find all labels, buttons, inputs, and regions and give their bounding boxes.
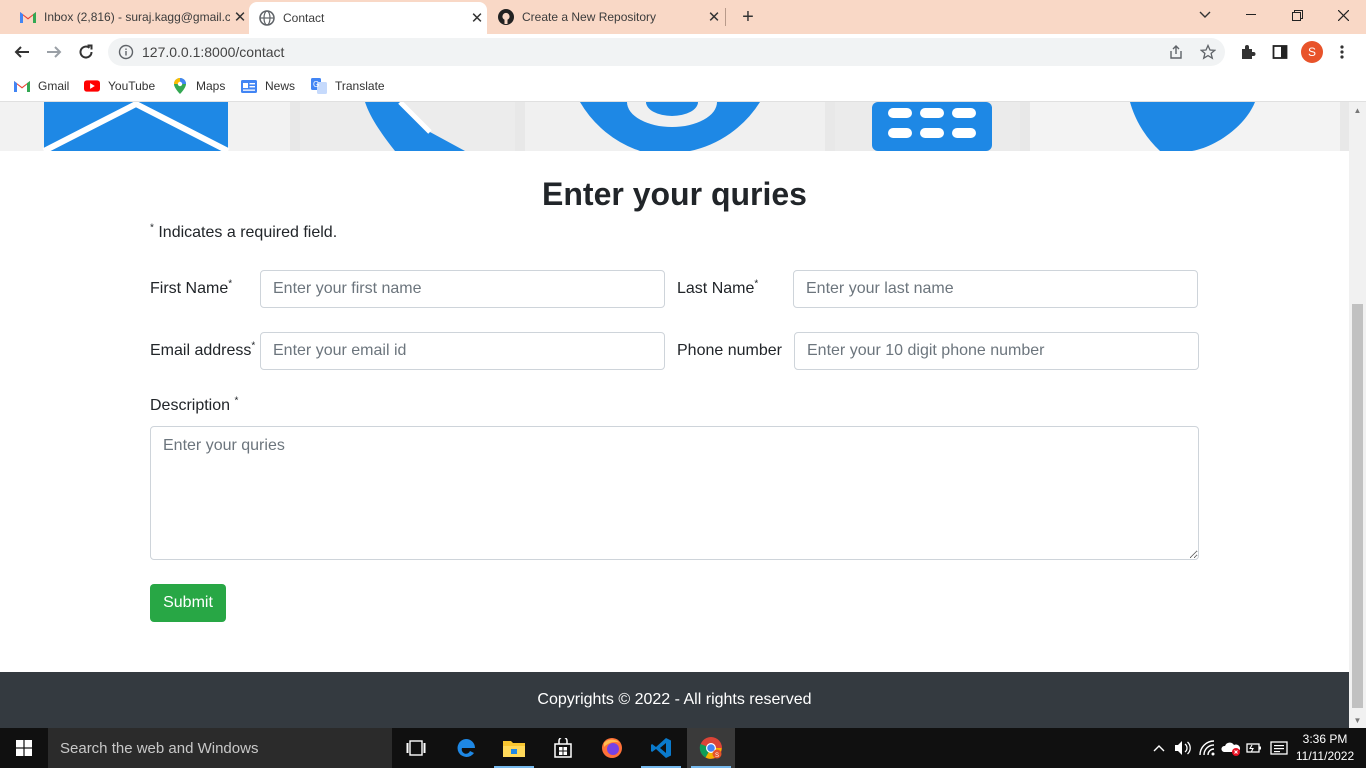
tab-title: Inbox (2,816) - suraj.kagg@gmail.com [44,10,230,24]
tab-strip: Inbox (2,816) - suraj.kagg@gmail.com ✕ C… [0,0,1366,34]
scrollbar-thumb[interactable] [1352,304,1363,708]
gmail-icon [20,9,36,25]
taskbar-search-placeholder: Search the web and Windows [60,739,259,757]
tab-title: Create a New Repository [522,10,657,24]
url-text: 127.0.0.1:8000/contact [142,44,285,60]
news-icon [241,78,257,94]
restore-button[interactable] [1274,0,1320,30]
address-bar[interactable]: 127.0.0.1:8000/contact [108,38,1225,66]
bookmarks-bar: Gmail YouTube Maps News G Translate [0,70,1366,102]
first-name-label: First Name* [150,278,233,297]
close-icon[interactable]: ✕ [704,7,724,27]
required-asterisk: * [150,222,154,234]
back-button[interactable] [8,38,36,66]
tab-title: Contact [283,11,325,25]
windows-start-button[interactable] [0,728,48,768]
svg-text:S: S [715,753,719,759]
first-name-input[interactable] [260,270,665,308]
phone-label: Phone number [677,342,782,359]
tab-search-chevron-icon[interactable] [1182,0,1228,30]
notifications-icon[interactable] [1268,728,1290,768]
side-panel-icon[interactable] [1268,40,1292,64]
close-icon[interactable]: ✕ [230,7,250,27]
last-name-label: Last Name* [677,278,759,297]
bookmark-maps[interactable]: Maps [172,76,225,96]
last-name-input[interactable] [793,270,1198,308]
required-note: * Indicates a required field. [150,222,338,242]
tab-contact[interactable]: Contact ✕ [249,2,487,34]
minimize-button[interactable] [1228,0,1274,30]
extensions-icon[interactable] [1236,40,1260,64]
power-plug-icon[interactable] [1244,728,1266,768]
firefox-icon[interactable] [588,728,636,768]
bookmark-youtube[interactable]: YouTube [84,76,155,96]
wifi-icon[interactable] [1197,728,1219,768]
share-icon[interactable] [1164,40,1188,64]
bookmark-label: News [265,79,296,93]
volume-icon[interactable] [1172,728,1194,768]
tab-gmail[interactable]: Inbox (2,816) - suraj.kagg@gmail.com ✕ [14,0,250,34]
contact-hero-banner [0,102,1349,151]
clock-date: 11/11/2022 [1295,749,1355,763]
youtube-icon [84,78,100,94]
page-footer: Copyrights © 2022 - All rights reserved [0,672,1349,728]
taskbar-clock[interactable]: 3:36 PM 11/11/2022 [1290,731,1360,765]
info-icon[interactable] [118,44,134,60]
chrome-icon[interactable]: S [687,728,735,768]
email-input[interactable] [260,332,665,370]
maps-pin-icon [172,78,188,94]
phone-input[interactable] [794,332,1199,370]
taskbar-search-box[interactable]: Search the web and Windows [48,728,392,768]
scroll-down-icon[interactable]: ▼ [1352,714,1363,726]
footer-copyright: Copyrights © 2022 - All rights reserved [537,691,812,708]
page-title: Enter your quries [542,176,807,212]
submit-button[interactable]: Submit [150,584,226,622]
page-viewport: Enter your quries * Indicates a required… [0,102,1349,728]
bookmark-label: YouTube [108,79,156,93]
close-window-button[interactable] [1320,0,1366,30]
close-icon[interactable]: ✕ [467,8,487,28]
description-textarea[interactable] [150,426,1199,560]
bookmark-label: Translate [335,79,385,93]
more-menu-icon[interactable] [1330,40,1354,64]
file-explorer-icon[interactable] [490,728,538,768]
bookmark-translate[interactable]: G Translate [311,76,385,96]
bookmark-news[interactable]: News [241,76,295,96]
star-icon[interactable] [1196,40,1220,64]
store-icon[interactable] [539,728,587,768]
show-hidden-icons-chevron-icon[interactable] [1150,728,1168,768]
tab-github[interactable]: Create a New Repository ✕ [488,0,724,34]
task-view-icon[interactable] [392,728,440,768]
required-note-text: Indicates a required field. [158,224,338,241]
gmail-icon [14,78,30,94]
vscode-icon[interactable] [637,728,685,768]
email-label: Email address* [150,340,256,359]
new-tab-button[interactable]: + [736,5,760,29]
bookmark-gmail[interactable]: Gmail [14,76,69,96]
profile-avatar[interactable]: S [1301,41,1323,63]
bookmark-label: Gmail [38,79,70,93]
edge-icon[interactable] [442,728,490,768]
github-icon [498,9,514,25]
translate-icon: G [311,78,327,94]
bookmark-label: Maps [196,79,226,93]
browser-toolbar: 127.0.0.1:8000/contact [0,34,1366,70]
globe-icon [259,10,275,26]
svg-text:G: G [313,80,319,89]
forward-button[interactable] [40,38,68,66]
onedrive-error-icon[interactable] [1220,728,1242,768]
clock-time: 3:36 PM [1302,732,1348,746]
keypad-icon [872,102,992,151]
envelope-icon [42,102,230,151]
scroll-up-icon[interactable]: ▲ [1352,104,1363,116]
windows-taskbar: Search the web and Windows S 3:36 PM 11/… [0,728,1366,768]
reload-button[interactable] [72,38,100,66]
description-label: Description * [150,395,239,414]
tab-divider [725,8,726,26]
